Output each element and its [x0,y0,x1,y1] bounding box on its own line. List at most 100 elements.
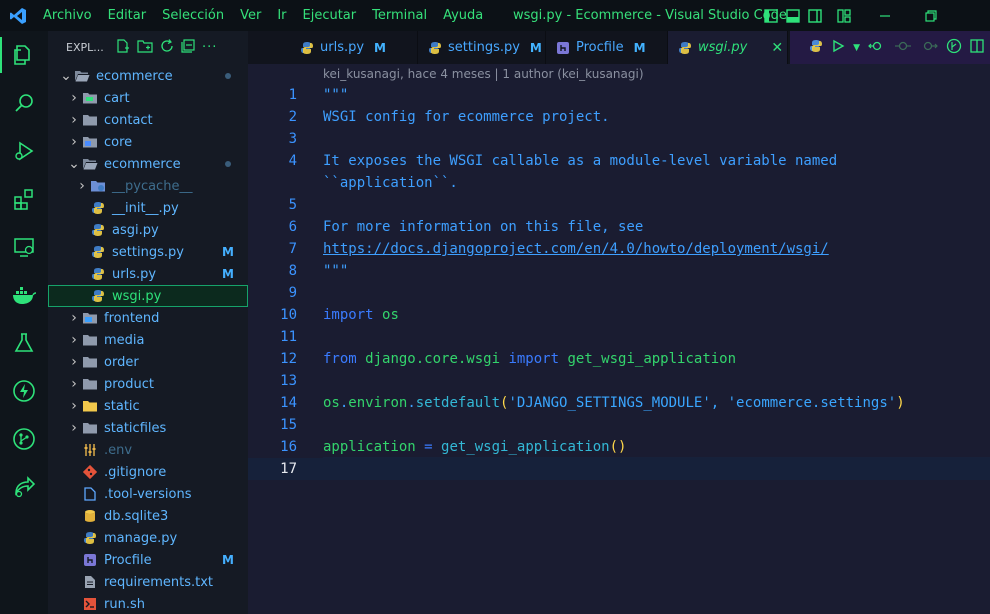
chevron-right-icon[interactable]: › [66,354,82,370]
minimize-icon[interactable] [862,0,908,31]
tree-item[interactable]: run.sh [48,593,248,614]
code-line[interactable]: ``application``. [248,172,990,194]
tree-item[interactable]: Procfile M [48,549,248,571]
more-actions-icon[interactable]: ··· [202,40,217,55]
tree-item[interactable]: › contact [48,109,248,131]
code-text: https://docs.djangoproject.com/en/4.0/ho… [323,241,829,257]
new-folder-icon[interactable] [137,39,153,56]
menu-item-ayuda[interactable]: Ayuda [435,0,491,31]
chevron-right-icon[interactable]: › [66,398,82,414]
tree-item[interactable]: wsgi.py [48,285,248,307]
code-line[interactable]: 5 [248,194,990,216]
run-python-file-icon[interactable] [831,38,845,57]
code-line[interactable]: 15 [248,414,990,436]
tree-item[interactable]: ⌄ ecommerce [48,153,248,175]
tree-item[interactable]: ⌄ ecommerce [48,65,248,87]
chevron-right-icon[interactable]: › [66,134,82,150]
chevron-right-icon[interactable]: › [66,420,82,436]
tree-item[interactable]: › frontend [48,307,248,329]
menu-item-ejecutar[interactable]: Ejecutar [295,0,365,31]
split-editor-icon[interactable] [970,38,984,57]
chevron-down-icon[interactable]: ⌄ [66,156,82,172]
search-icon[interactable] [0,79,48,127]
menu-item-ir[interactable]: Ir [269,0,294,31]
tree-item[interactable]: __init__.py [48,197,248,219]
code-line[interactable]: 2 WSGI config for ecommerce project. [248,106,990,128]
toggle-secondary-sidebar-icon[interactable] [804,0,826,31]
tree-item[interactable]: › cart [48,87,248,109]
code-line[interactable]: 17 [248,458,990,480]
chevron-right-icon[interactable]: › [66,376,82,392]
tree-item[interactable]: asgi.py [48,219,248,241]
live-share-icon[interactable] [0,463,48,511]
chevron-right-icon[interactable]: › [66,332,82,348]
menu-item-terminal[interactable]: Terminal [364,0,435,31]
chevron-down-icon[interactable]: ⌄ [58,68,74,84]
tree-item[interactable]: › media [48,329,248,351]
menu-item-editar[interactable]: Editar [100,0,155,31]
testing-icon[interactable] [0,319,48,367]
tree-item[interactable]: .gitignore [48,461,248,483]
tab-urls-py[interactable]: urls.py M [290,31,418,64]
chevron-right-icon[interactable]: › [66,310,82,326]
tree-item[interactable]: requirements.txt [48,571,248,593]
tree-item[interactable]: › static [48,395,248,417]
refresh-icon[interactable] [160,39,174,56]
close-window-icon[interactable] [954,0,990,31]
git-blame-codelens[interactable]: kei_kusanagi, hace 4 meses | 1 author (k… [323,67,644,81]
tree-item[interactable]: settings.py M [48,241,248,263]
code-line[interactable]: 6 For more information on this file, see [248,216,990,238]
restore-icon[interactable] [908,0,954,31]
toggle-panel-icon[interactable] [782,0,804,31]
previous-change-icon[interactable] [894,38,912,57]
code-line[interactable]: 3 [248,128,990,150]
tree-item[interactable]: › staticfiles [48,417,248,439]
code-line[interactable]: 12 from django.core.wsgi import get_wsgi_… [248,348,990,370]
tree-item[interactable]: urls.py M [48,263,248,285]
menu-item-ver[interactable]: Ver [232,0,269,31]
code-editor[interactable]: 1 """ 2 WSGI config for ecommerce project. 3… [248,84,990,480]
extensions-icon[interactable] [0,175,48,223]
git-lens-icon[interactable] [946,38,962,58]
tree-item[interactable]: › product [48,373,248,395]
chevron-right-icon[interactable]: › [74,178,90,194]
code-line[interactable]: 8 """ [248,260,990,282]
toggle-primary-sidebar-icon[interactable] [760,0,782,31]
next-change-icon[interactable] [920,38,938,57]
code-line[interactable]: 11 [248,326,990,348]
thunder-client-icon[interactable] [0,367,48,415]
tree-item[interactable]: › __pycache__ [48,175,248,197]
code-line[interactable]: 14 os.environ.setdefault('DJANGO_SETTINGS… [248,392,990,414]
code-line[interactable]: 1 """ [248,84,990,106]
open-changes-icon[interactable] [868,38,886,57]
code-line[interactable]: 7 https://docs.djangoproject.com/en/4.0/h… [248,238,990,260]
new-file-icon[interactable] [116,39,130,56]
run-debug-icon[interactable] [0,127,48,175]
docker-icon[interactable] [0,271,48,319]
chevron-right-icon[interactable]: › [66,112,82,128]
tab-wsgi-py[interactable]: wsgi.py ✕ [668,31,788,64]
tree-item[interactable]: .env [48,439,248,461]
code-line[interactable]: 13 [248,370,990,392]
explorer-icon[interactable] [0,31,48,79]
code-line[interactable]: 10 import os [248,304,990,326]
chevron-down-icon[interactable]: ▼ [853,43,860,53]
remote-explorer-icon[interactable] [0,223,48,271]
chevron-right-icon[interactable]: › [66,90,82,106]
tree-item[interactable]: db.sqlite3 [48,505,248,527]
git-graph-icon[interactable] [0,415,48,463]
code-line[interactable]: 9 [248,282,990,304]
customize-layout-icon[interactable] [826,0,862,31]
tab-procfile[interactable]: Procfile M [546,31,668,64]
menu-item-selección[interactable]: Selección [154,0,232,31]
tab-settings-py[interactable]: settings.py M [418,31,546,64]
code-line[interactable]: 16 application = get_wsgi_application() [248,436,990,458]
close-tab-icon[interactable]: ✕ [771,40,783,56]
tree-item[interactable]: manage.py [48,527,248,549]
tree-item[interactable]: .tool-versions [48,483,248,505]
menu-item-archivo[interactable]: Archivo [35,0,100,31]
tree-item[interactable]: › core [48,131,248,153]
code-line[interactable]: 4 It exposes the WSGI callable as a modul… [248,150,990,172]
tree-item[interactable]: › order [48,351,248,373]
collapse-all-icon[interactable] [181,39,195,56]
